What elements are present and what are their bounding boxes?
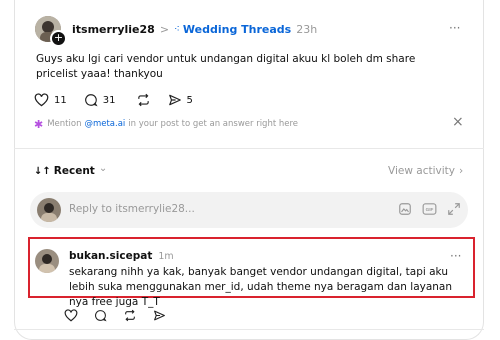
view-activity-label: View activity (388, 165, 455, 177)
comment-icon[interactable] (84, 93, 98, 107)
expand-icon[interactable] (447, 202, 461, 216)
comment-actions (64, 306, 166, 324)
meta-tip-prefix: Mention (47, 119, 82, 129)
comment-reply-icon[interactable] (94, 309, 107, 322)
post-time: 23h (296, 22, 318, 36)
post-actions: 11 31 5 (34, 91, 193, 109)
post-text: Guys aku lgi cari vendor untuk undangan … (36, 53, 416, 80)
reply-input[interactable]: Reply to itsmerrylie28... (69, 203, 195, 215)
post-more-button[interactable]: ··· (449, 21, 460, 35)
share-count: 5 (186, 94, 193, 106)
comment-username[interactable]: bukan.sicepat (69, 250, 152, 262)
image-icon[interactable] (398, 202, 412, 216)
share-icon[interactable] (168, 93, 182, 107)
threads-community-icon: ⁖ (174, 23, 180, 35)
meta-tip-suffix: in your post to get an answer right here (128, 119, 299, 129)
comment-repost-icon[interactable] (123, 309, 137, 322)
heart-icon[interactable] (34, 93, 49, 107)
reply-actions: GIF (398, 201, 461, 217)
comment-heart-icon[interactable] (64, 308, 78, 322)
sparkle-icon: ✱ (34, 117, 44, 131)
sort-label: Recent (53, 165, 95, 177)
comment-share-icon[interactable] (153, 309, 166, 322)
like-count: 11 (54, 94, 67, 106)
meta-ai-link[interactable]: @meta.ai (84, 119, 125, 129)
reply-avatar (37, 198, 61, 222)
meta-tip: ✱ Mention @meta.ai in your post to get a… (34, 117, 298, 131)
divider (14, 148, 484, 149)
community-link[interactable]: Wedding Threads (183, 23, 291, 36)
breadcrumb-separator: > (159, 22, 170, 36)
comment-text: sekarang nihh ya kak, banyak banget vend… (69, 266, 453, 308)
sort-dropdown[interactable]: ↓↑ Recent ⌄ (34, 163, 107, 179)
svg-text:GIF: GIF (426, 207, 434, 212)
view-activity-link[interactable]: View activity › (388, 163, 463, 179)
follow-plus-icon[interactable]: + (50, 30, 67, 47)
comment-avatar[interactable] (35, 249, 59, 273)
comment-header: bukan.sicepat 1m (69, 249, 174, 263)
chevron-right-icon: › (458, 165, 464, 177)
comment-more-button[interactable]: ··· (450, 249, 461, 263)
comment-count: 31 (102, 94, 116, 106)
sort-arrows-icon: ↓↑ (34, 165, 51, 177)
comment-time: 1m (158, 250, 174, 262)
repost-icon[interactable] (136, 93, 151, 107)
bottom-divider (14, 329, 484, 330)
post-username[interactable]: itsmerrylie28 (72, 23, 155, 36)
close-icon[interactable]: × (452, 114, 464, 130)
chevron-down-icon: ⌄ (98, 162, 108, 174)
gif-icon[interactable]: GIF (422, 202, 437, 216)
post-header: itsmerrylie28 > ⁖ Wedding Threads 23h (72, 21, 317, 37)
